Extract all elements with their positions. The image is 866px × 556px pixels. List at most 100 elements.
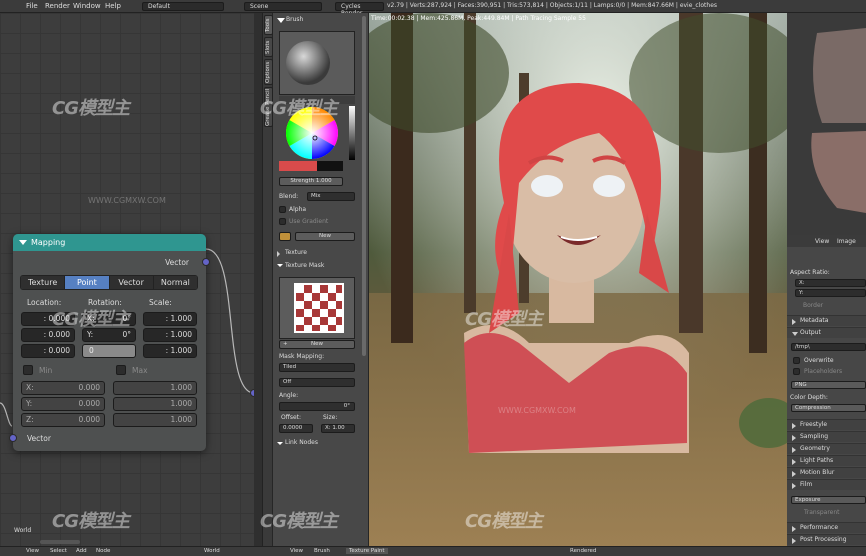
tab-slots[interactable]: Slots	[264, 37, 273, 57]
placeholders-checkbox[interactable]	[793, 368, 800, 375]
mapping-node[interactable]: Mapping Vector Texture Point Vector Norm…	[9, 234, 210, 451]
value-slider[interactable]	[349, 106, 355, 160]
overwrite-checkbox[interactable]	[793, 357, 800, 364]
offset-x-field[interactable]: 0.0000	[279, 424, 313, 433]
render-engine-selector[interactable]: Cycles Render	[335, 2, 384, 17]
offset-label: Offset:	[281, 414, 302, 421]
node-add-menu[interactable]: Add	[76, 548, 87, 554]
image-menu[interactable]: Image	[837, 238, 856, 245]
blend-dropdown[interactable]: Mix	[307, 192, 355, 201]
link-nodes-section[interactable]: Link Nodes	[285, 439, 318, 446]
metadata-section[interactable]: Metadata	[787, 315, 866, 326]
sampling-section[interactable]: Sampling	[787, 431, 866, 442]
brush-menu[interactable]: Brush	[314, 548, 330, 554]
node-select-menu[interactable]: Select	[50, 548, 67, 554]
node-node-menu[interactable]: Node	[96, 548, 110, 554]
texture-mask-collapse-icon[interactable]	[277, 264, 283, 267]
scene-selector[interactable]: Scene	[244, 2, 322, 11]
secondary-color-swatch[interactable]	[317, 161, 343, 171]
brush-collapse-icon[interactable]	[277, 18, 285, 23]
use-gradient-checkbox[interactable]	[279, 218, 286, 225]
max-z-field[interactable]: 1.000	[113, 413, 197, 427]
min-x-field[interactable]: X: 0.000	[21, 381, 105, 395]
aspect-ratio-label: Aspect Ratio:	[790, 269, 830, 276]
vector-input-socket[interactable]	[9, 434, 17, 442]
texture-expand-icon[interactable]	[277, 251, 280, 257]
shading-dropdown[interactable]: Rendered	[570, 548, 596, 554]
rotation-z-field[interactable]: 0	[82, 344, 136, 358]
performance-section[interactable]: Performance	[787, 522, 866, 533]
tab-tools[interactable]: Tools	[264, 15, 273, 35]
film-section[interactable]: Film	[787, 479, 866, 490]
primary-color-swatch[interactable]	[279, 161, 317, 171]
node-header[interactable]: Mapping	[13, 234, 206, 251]
freestyle-section[interactable]: Freestyle	[787, 419, 866, 430]
compression-field[interactable]: Compression	[791, 404, 866, 412]
new-mask-button[interactable]: + New	[279, 340, 355, 349]
max-checkbox[interactable]	[116, 365, 126, 375]
min-z-field[interactable]: Z: 0.000	[21, 413, 105, 427]
collapse-triangle-icon[interactable]	[19, 240, 27, 245]
texture-section[interactable]: Texture	[285, 249, 307, 256]
vector-output-socket[interactable]	[202, 258, 210, 266]
texture-mask-section[interactable]: Texture Mask	[285, 262, 324, 269]
scale-z-field[interactable]: : 1.000	[143, 344, 197, 358]
menu-help[interactable]: Help	[105, 2, 121, 10]
new-texture-button[interactable]: New	[295, 232, 355, 241]
tab-options[interactable]: Options	[264, 59, 273, 85]
size-x-field[interactable]: X: 1.00	[321, 424, 355, 433]
light-paths-section[interactable]: Light Paths	[787, 455, 866, 466]
node-view-menu[interactable]: View	[26, 548, 39, 554]
world-dropdown[interactable]: World	[204, 548, 220, 554]
texture-slot-icon[interactable]	[279, 232, 291, 241]
world-label: World	[14, 527, 32, 534]
motion-blur-section[interactable]: Motion Blur	[787, 467, 866, 478]
menu-file[interactable]: File	[26, 2, 38, 10]
geometry-section[interactable]: Geometry	[787, 443, 866, 454]
node-editor[interactable]: Mapping Vector Texture Point Vector Norm…	[0, 13, 262, 546]
3d-viewport-render[interactable]: Time:00:02.38 | Mem:425.86M, Peak:449.84…	[369, 13, 787, 546]
link-nodes-collapse-icon[interactable]	[277, 442, 283, 445]
alpha-checkbox[interactable]	[279, 206, 286, 213]
image-editor-preview[interactable]	[787, 13, 866, 235]
max-y-field[interactable]: 1.000	[113, 397, 197, 411]
angle-field[interactable]: 0°	[279, 402, 355, 411]
mode-dropdown[interactable]: Texture Paint	[346, 548, 388, 554]
panel-scrollbar[interactable]	[360, 14, 368, 364]
aspect-x-field[interactable]: X:	[795, 279, 866, 287]
scale-y-field[interactable]: : 1.000	[143, 328, 197, 342]
tab-point[interactable]: Point	[65, 276, 110, 289]
tab-vector[interactable]: Vector	[109, 276, 154, 289]
scale-x-field[interactable]: : 1.000	[143, 312, 197, 326]
mask-mapping-label: Mask Mapping:	[279, 353, 325, 360]
min-checkbox[interactable]	[23, 365, 33, 375]
menu-window[interactable]: Window	[73, 2, 101, 10]
location-z-field[interactable]: : 0.000	[21, 344, 75, 358]
min-y-field[interactable]: Y: 0.000	[21, 397, 105, 411]
tab-texture[interactable]: Texture	[21, 276, 66, 289]
brush-preview[interactable]	[279, 31, 355, 95]
tab-normal[interactable]: Normal	[153, 276, 197, 289]
menu-render[interactable]: Render	[45, 2, 70, 10]
view-menu[interactable]: View	[815, 238, 829, 245]
aspect-y-field[interactable]: Y:	[795, 289, 866, 297]
uv-texture-preview	[811, 28, 866, 213]
strength-field[interactable]: Strength 1.000	[279, 177, 343, 186]
layout-selector[interactable]: Default	[142, 2, 224, 11]
horizontal-scrollbar[interactable]	[40, 540, 80, 544]
watermark-logo: CG模型主	[52, 309, 130, 330]
exposure-field[interactable]: Exposure	[791, 496, 866, 504]
size-label: Size:	[323, 414, 338, 421]
viewport-view-menu[interactable]: View	[290, 548, 303, 554]
max-x-field[interactable]: 1.000	[113, 381, 197, 395]
editor-divider[interactable]	[254, 13, 262, 546]
mask-mapping-dropdown[interactable]: Tiled	[279, 363, 355, 372]
output-section[interactable]: Output	[787, 327, 866, 338]
scene-stats: v2.79 | Verts:287,924 | Faces:390,951 | …	[387, 2, 718, 9]
mask-texture-preview[interactable]	[279, 277, 355, 339]
mask-pressure-dropdown[interactable]: Off	[279, 378, 355, 387]
post-processing-section[interactable]: Post Processing	[787, 534, 866, 545]
output-path-field[interactable]: /tmp\	[791, 343, 866, 351]
watermark-logo: CG模型主	[260, 511, 338, 532]
file-format-dropdown[interactable]: PNG	[791, 381, 866, 389]
